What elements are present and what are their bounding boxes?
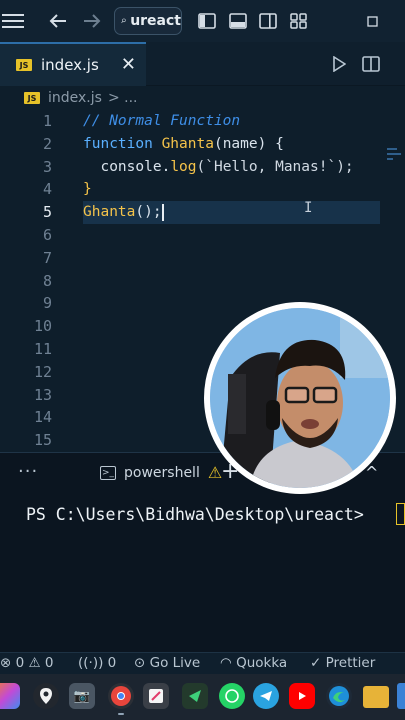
quokka-icon: ◠	[220, 655, 232, 671]
terminal-tab-label: powershell	[124, 464, 200, 481]
code-area[interactable]: // Normal Function function Ghanta(name)…	[83, 110, 383, 224]
ports-indicator[interactable]: ((·)) 0	[78, 655, 116, 671]
line-number-gutter: 1 2 3 4 5 6 7 8 9 10 11 12 13 14 15	[0, 110, 62, 452]
prettier-label: Prettier	[325, 655, 376, 671]
status-bar: ⊗ 0 ⚠ 0 ((·)) 0 ⊙ Go Live ◠ Quokka ✓ Pre…	[0, 652, 405, 674]
chrome-dev-icon[interactable]	[108, 683, 134, 709]
line-number: 7	[42, 248, 52, 267]
line-number: 11	[33, 339, 52, 358]
toggle-sidebar-icon[interactable]	[196, 0, 218, 42]
string-args-token: (`Hello, Manas!`);	[196, 158, 354, 175]
webcam-avatar	[204, 302, 396, 494]
ports-count: 0	[107, 655, 117, 671]
maximize-icon[interactable]	[362, 0, 382, 42]
line-number: 2	[42, 134, 52, 153]
forward-arrow-icon[interactable]	[78, 0, 106, 42]
broadcast-icon: ⊙	[134, 655, 146, 671]
close-icon[interactable]: ✕	[121, 54, 136, 75]
toggle-secondary-sidebar-icon[interactable]	[257, 0, 279, 42]
quokka-button[interactable]: ◠ Quokka	[220, 655, 287, 671]
customize-layout-icon[interactable]	[288, 0, 310, 42]
line-number: 12	[33, 362, 52, 381]
breadcrumb-separator[interactable]: > ...	[108, 90, 138, 106]
line-number: 6	[42, 225, 52, 244]
run-icon[interactable]	[328, 42, 350, 86]
command-center-search[interactable]: ureact	[114, 7, 182, 35]
call-token: Ghanta	[83, 204, 136, 221]
copilot-icon[interactable]	[0, 683, 20, 709]
object-token: console	[100, 158, 162, 175]
line-number: 5	[42, 203, 52, 222]
breadcrumb-file[interactable]: index.js	[48, 90, 102, 106]
function-name-token: Ghanta	[161, 135, 214, 152]
comment-token: // Normal Function	[83, 113, 241, 129]
split-editor-icon[interactable]	[360, 42, 382, 86]
line-number: 10	[33, 317, 52, 336]
youtube-icon[interactable]	[289, 683, 315, 709]
telegram-icon[interactable]	[253, 683, 279, 709]
arrow-app-icon[interactable]	[182, 683, 208, 709]
radio-tower-icon: ((·))	[78, 655, 104, 671]
js-file-icon: JS	[24, 92, 40, 104]
code-line-4: }	[83, 178, 383, 201]
line-number: 9	[42, 294, 52, 313]
line-number: 1	[42, 112, 52, 130]
keyword-token: function	[83, 135, 153, 152]
tab-label: index.js	[41, 56, 99, 74]
location-pin-icon[interactable]	[33, 683, 59, 709]
camera-icon[interactable]: 📷	[69, 683, 95, 709]
line-number: 4	[42, 180, 52, 199]
os-taskbar: 📷	[0, 674, 405, 720]
snipping-tool-icon[interactable]	[143, 683, 169, 709]
code-line-3: console.log(`Hello, Manas!`);	[83, 156, 383, 179]
edge-icon[interactable]	[326, 683, 352, 709]
more-actions-icon[interactable]: ···	[18, 461, 38, 482]
brace-token: }	[83, 181, 92, 198]
call-args-token: ();	[135, 204, 162, 221]
code-line-5: Ghanta();	[83, 201, 380, 224]
toggle-panel-icon[interactable]	[227, 0, 249, 42]
title-bar: ureact	[0, 0, 405, 42]
quokka-label: Quokka	[236, 655, 288, 671]
check-icon: ✓	[310, 655, 322, 671]
js-file-icon: JS	[16, 59, 32, 71]
problems-indicator[interactable]: ⊗ 0 ⚠ 0	[0, 655, 53, 671]
person-image	[210, 308, 390, 488]
line-number: 14	[33, 408, 52, 427]
search-icon	[121, 18, 126, 24]
editor-tab-bar: JS index.js ✕	[0, 42, 405, 86]
line-number: 3	[42, 157, 52, 176]
file-explorer-icon[interactable]	[363, 686, 389, 708]
dot-token: .	[161, 158, 171, 175]
app-icon-partial[interactable]	[397, 683, 405, 709]
line-number: 15	[33, 431, 52, 450]
whatsapp-icon[interactable]	[219, 683, 245, 709]
go-live-button[interactable]: ⊙ Go Live	[134, 655, 200, 671]
breadcrumb: JS index.js > ...	[0, 86, 405, 110]
method-token: log	[170, 158, 197, 175]
line-number: 8	[42, 271, 52, 290]
code-line-2: function Ghanta(name) {	[83, 133, 383, 156]
terminal-prompt: PS C:\Users\Bidhwa\Desktop\ureact>	[26, 505, 364, 524]
go-live-label: Go Live	[149, 655, 201, 671]
text-cursor	[161, 203, 164, 221]
tab-index-js[interactable]: JS index.js ✕	[0, 42, 146, 86]
ibeam-pointer-icon: I	[304, 200, 313, 216]
params-token: (name) {	[213, 135, 284, 152]
minimap[interactable]	[387, 148, 401, 172]
terminal-icon: >_	[100, 465, 116, 480]
code-line-1: // Normal Function	[83, 110, 383, 133]
prettier-button[interactable]: ✓ Prettier	[310, 655, 375, 671]
search-text: ureact	[130, 13, 181, 29]
line-number: 13	[33, 385, 52, 404]
terminal-cursor	[396, 503, 405, 525]
running-indicator	[118, 713, 124, 715]
menu-icon[interactable]	[0, 0, 26, 42]
back-arrow-icon[interactable]	[44, 0, 72, 42]
terminal-tab-powershell[interactable]: >_ powershell ⚠	[100, 463, 222, 482]
